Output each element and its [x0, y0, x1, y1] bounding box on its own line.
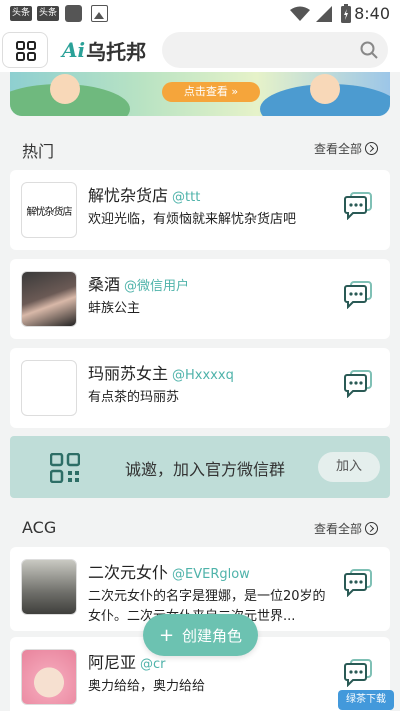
- chat-icon[interactable]: [344, 370, 372, 398]
- banner-view-button[interactable]: 点击查看 »: [162, 82, 260, 102]
- chevron-circle-icon: [365, 142, 378, 155]
- watermark: 绿茶下载: [338, 690, 394, 710]
- character-desc: 欢迎光临，有烦恼就来解忧杂货店吧: [88, 212, 297, 227]
- hot-section-header: 热门 查看全部: [10, 130, 390, 166]
- character-desc: 有点茶的玛丽苏: [88, 390, 180, 405]
- view-all-link[interactable]: 查看全部: [314, 140, 378, 157]
- banner-character: [50, 74, 80, 104]
- app-logo: Ai 乌托邦: [62, 35, 146, 65]
- character-desc: 蚌族公主: [88, 301, 141, 316]
- acg-section-header: ACG 查看全部: [10, 510, 390, 546]
- create-button-label: 创建角色: [182, 626, 243, 645]
- wifi-icon: [290, 6, 310, 21]
- banner-character: [310, 74, 340, 104]
- author-handle: @ttt: [172, 190, 201, 205]
- author-handle: @cr: [140, 657, 166, 672]
- avatar: [21, 360, 77, 416]
- search-bar[interactable]: [162, 32, 388, 68]
- app-header: Ai 乌托邦: [0, 28, 400, 72]
- view-all-label: 查看全部: [313, 142, 362, 156]
- grid-icon: [16, 41, 36, 61]
- avatar-text: 解忧杂货店: [26, 207, 73, 218]
- invite-text: 诚邀，加入官方微信群: [125, 460, 286, 479]
- clock: 8:40: [354, 4, 390, 23]
- menu-grid-button[interactable]: [2, 32, 48, 68]
- avatar: [21, 559, 77, 615]
- chat-icon[interactable]: [344, 569, 372, 597]
- character-card[interactable]: 桑酒 @微信用户 蚌族公主: [10, 259, 390, 339]
- avatar: [21, 271, 77, 327]
- character-name: 玛丽苏女主 @Hxxxxq: [88, 364, 234, 383]
- author-handle: @EVERglow: [172, 567, 250, 582]
- character-name: 桑酒 @微信用户: [88, 275, 190, 294]
- wechat-group-invite[interactable]: 诚邀，加入官方微信群 加入: [10, 436, 390, 498]
- character-desc: 奥力给给，奥力给给: [88, 679, 206, 694]
- section-title: ACG: [22, 518, 57, 537]
- status-bar: 头条 头条 8:40: [0, 0, 400, 28]
- signal-icon: [316, 6, 332, 22]
- author-handle: @Hxxxxq: [172, 368, 234, 383]
- qr-code-icon: [50, 453, 80, 483]
- chat-icon[interactable]: [344, 659, 372, 687]
- promo-banner[interactable]: 点击查看 »: [10, 72, 390, 116]
- chat-icon[interactable]: [344, 192, 372, 220]
- plus-icon: +: [158, 624, 175, 646]
- chat-icon[interactable]: [344, 281, 372, 309]
- view-all-label: 查看全部: [313, 522, 362, 536]
- character-card[interactable]: 玛丽苏女主 @Hxxxxq 有点茶的玛丽苏: [10, 348, 390, 428]
- logo-text: 乌托邦: [86, 39, 147, 64]
- image-notification-icon: [91, 5, 108, 22]
- author-handle: @微信用户: [124, 279, 190, 294]
- character-name: 解忧杂货店 @ttt: [88, 186, 201, 205]
- chevron-circle-icon: [365, 522, 378, 535]
- notification-badge: 头条: [10, 6, 33, 21]
- app-notification-icon: [65, 5, 82, 22]
- notification-badge: 头条: [37, 6, 60, 21]
- avatar: 解忧杂货店: [21, 182, 77, 238]
- character-card[interactable]: 解忧杂货店 解忧杂货店 @ttt 欢迎光临，有烦恼就来解忧杂货店吧: [10, 170, 390, 250]
- join-button[interactable]: 加入: [318, 452, 380, 482]
- battery-icon: [341, 4, 351, 23]
- search-icon: [360, 41, 378, 59]
- view-all-link[interactable]: 查看全部: [314, 520, 378, 537]
- avatar: [21, 649, 77, 705]
- section-title: 热门: [22, 142, 55, 161]
- character-name: 二次元女仆 @EVERglow: [88, 563, 250, 582]
- create-character-button[interactable]: + 创建角色: [143, 614, 258, 656]
- logo-mark: Ai: [62, 38, 86, 62]
